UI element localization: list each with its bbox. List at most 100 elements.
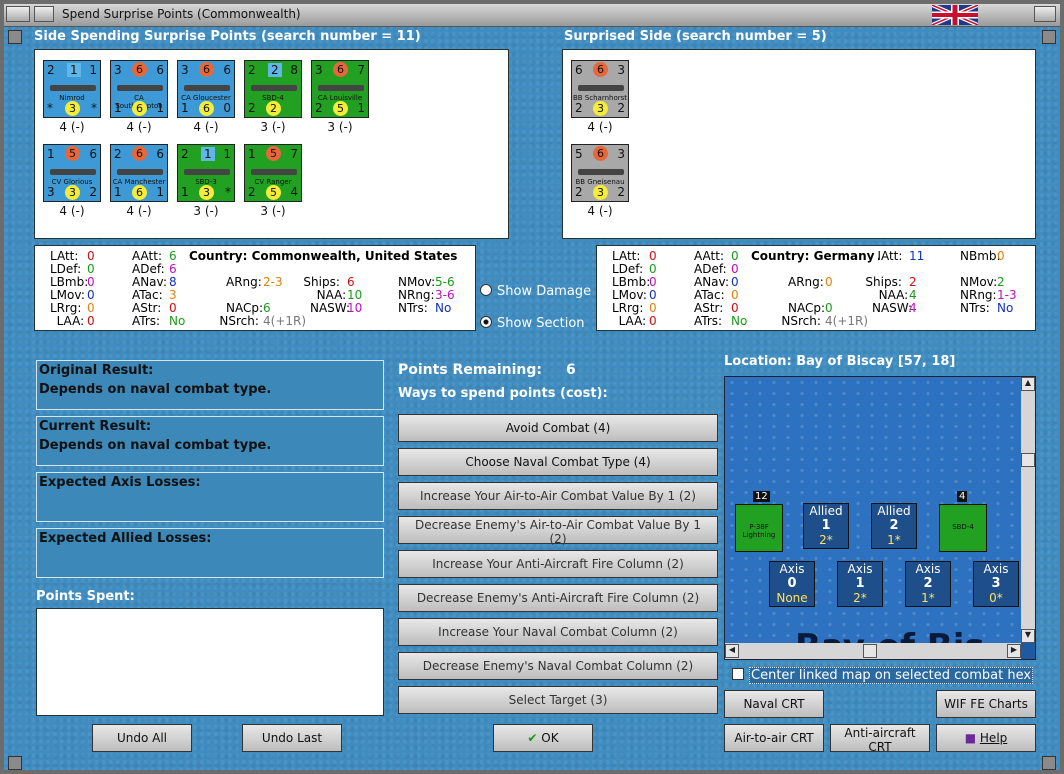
stat-label: LDef: (612, 262, 644, 276)
counter-bottom-left-value: 2 (315, 101, 323, 115)
linked-map-view[interactable]: Bay of Bis Allied12*Allied21*Axis0NoneAx… (724, 376, 1036, 660)
stat-value: 3 (169, 288, 177, 302)
spend-option-button[interactable]: Increase Your Anti-Aircraft Fire Column … (398, 550, 718, 578)
map-vertical-scrollbar[interactable]: ▲ ▼ (1021, 377, 1035, 643)
minimize-button[interactable] (34, 6, 54, 22)
stat-value: 2-3 (263, 275, 283, 289)
unit-counter[interactable]: 1 5 7 CV Ranger 2 5 4 (244, 144, 302, 202)
unit-counter[interactable]: 2 6 6 CA Manchester 1 6 1 (110, 144, 168, 202)
map-unit-counter[interactable]: P-38F Lightning (735, 504, 783, 552)
naval-crt-button[interactable]: Naval CRT (724, 690, 824, 718)
counter-bottom-left-value: 2 (575, 101, 583, 115)
unit-caption: 3 (-) (260, 204, 286, 218)
show-damage-radio[interactable]: Show Damage (480, 284, 591, 299)
combat-box-t: Allied (877, 504, 911, 518)
scroll-thumb[interactable] (1021, 453, 1035, 467)
counter-bottom-left-value: 2 (575, 185, 583, 199)
combat-box[interactable]: Axis 1 2* (837, 561, 883, 607)
counter-attack-circle: 6 (593, 62, 608, 77)
points-spent-label: Points Spent: (36, 589, 135, 604)
stat-label: LAtt: (50, 249, 79, 263)
allied-losses-box: Expected Allied Losses: (36, 528, 384, 578)
combat-box-s: None (776, 591, 808, 605)
counter-top-right-value: 3 (617, 63, 625, 77)
stat-value: 10 (347, 288, 363, 302)
spend-option-button[interactable]: Avoid Combat (4) (398, 414, 718, 442)
scroll-left-icon[interactable]: ◀ (725, 644, 739, 658)
scroll-right-icon[interactable]: ▶ (1007, 644, 1021, 658)
unit-counter[interactable]: 3 6 6 CA Gloucester 1 6 0 (177, 60, 235, 118)
counter-attack-circle: 6 (199, 62, 214, 77)
combat-box[interactable]: Allied 2 1* (871, 503, 917, 549)
spend-option-button[interactable]: Increase Your Naval Combat Column (2) (398, 618, 718, 646)
counter-bottom-right-value: 1 (156, 185, 164, 199)
counter-top-right-value: 8 (290, 63, 298, 77)
unit-counter[interactable]: 1 5 6 CV Glorious 3 3 2 (43, 144, 101, 202)
scroll-up-icon[interactable]: ▲ (1021, 377, 1035, 391)
points-spent-list[interactable] (36, 608, 384, 716)
combat-box-n: 2 (923, 576, 933, 591)
counter-bottom-left-value: * (47, 101, 53, 115)
combat-box[interactable]: Axis 2 1* (905, 561, 951, 607)
counter-top-left-value: 3 (181, 63, 189, 77)
combat-box[interactable]: Allied 1 2* (803, 503, 849, 549)
counter-defense-circle: 6 (199, 101, 214, 116)
location-label: Location: Bay of Biscay [57, 18] (724, 354, 956, 369)
map-sea: Bay of Bis Allied12*Allied21*Axis0NoneAx… (725, 377, 1021, 659)
counter-top-right-value: 3 (617, 147, 625, 161)
air-to-air-crt-button[interactable]: Air-to-air CRT (724, 724, 824, 752)
counter-top-right-value: 6 (223, 63, 231, 77)
stat-value: 4 (909, 288, 917, 302)
unit-caption: 3 (-) (260, 120, 286, 134)
anti-aircraft-crt-button[interactable]: Anti-aircraft CRT (830, 724, 930, 754)
original-result-label: Original Result: (39, 363, 154, 378)
combat-box-t: Axis (847, 562, 873, 576)
center-map-checkbox[interactable]: Center linked map on selected combat hex (732, 667, 1034, 684)
stat-label: ANav: (132, 275, 168, 289)
counter-bottom-right-value: 2 (617, 185, 625, 199)
ship-silhouette-icon (117, 169, 163, 175)
ok-button[interactable]: ✔ OK (493, 724, 593, 752)
unit-counter[interactable]: 2 1 1 SBD-3 1 3 * (177, 144, 235, 202)
scroll-h-thumb[interactable] (863, 644, 877, 658)
show-section-radio[interactable]: Show Section (480, 316, 585, 331)
spend-option-button[interactable]: Decrease Enemy's Air-to-Air Combat Value… (398, 516, 718, 546)
spend-option-button[interactable]: Select Target (3) (398, 686, 718, 714)
stat-label: NBmb: (960, 249, 1001, 263)
help-button[interactable]: ■ Help (936, 724, 1036, 752)
undo-last-button[interactable]: Undo Last (242, 724, 342, 752)
unit-counter[interactable]: 3 6 7 CA Louisville 2 5 1 (311, 60, 369, 118)
corner-ornament (8, 30, 22, 44)
counter-bottom-right-value: 1 (357, 101, 365, 115)
ship-silhouette-icon (184, 85, 230, 91)
combat-box[interactable]: Axis 3 0* (973, 561, 1019, 607)
unit-counter[interactable]: 6 6 3 BB Scharnhorst 2 3 2 (571, 60, 629, 118)
scroll-down-icon[interactable]: ▼ (1021, 629, 1035, 643)
checkbox-icon (732, 668, 744, 680)
spend-option-button[interactable]: Increase Your Air-to-Air Combat Value By… (398, 482, 718, 510)
spend-option-button[interactable]: Choose Naval Combat Type (4) (398, 448, 718, 476)
system-menu-button[interactable] (6, 6, 30, 22)
close-button[interactable] (1034, 6, 1056, 22)
wif-charts-button[interactable]: WIF FE Charts (936, 690, 1036, 718)
combat-box[interactable]: Axis 0 None (769, 561, 815, 607)
stat-value: 2 (909, 275, 917, 289)
unit-counter[interactable]: 2 1 1 Nimrod * 3 * (43, 60, 101, 118)
unit-counter[interactable]: 366CA Southampton161 (110, 60, 168, 118)
counter-defense-circle: 3 (593, 185, 608, 200)
map-horizontal-scrollbar[interactable]: ◀ ▶ (725, 643, 1021, 659)
spend-option-button[interactable]: Decrease Enemy's Naval Combat Column (2) (398, 652, 718, 680)
counter-defense-circle: 3 (199, 185, 214, 200)
counter-bottom-left-value: 2 (248, 101, 256, 115)
map-unit-counter[interactable]: SBD-4 (939, 504, 987, 552)
counter-bottom-right-value: * (91, 101, 97, 115)
ship-silhouette-icon (251, 169, 297, 175)
stat-label: LAA: (618, 314, 647, 328)
spending-side-title: Side Spending Surprise Points (search nu… (34, 29, 421, 44)
spend-option-button[interactable]: Decrease Enemy's Anti-Aircraft Fire Colu… (398, 584, 718, 612)
unit-counter[interactable]: 2 2 8 SBD-4 2 2 (244, 60, 302, 118)
undo-all-button[interactable]: Undo All (92, 724, 192, 752)
unit-counter[interactable]: 5 6 3 BB Gneisenau 2 3 2 (571, 144, 629, 202)
unit-caption: 4 (-) (59, 120, 85, 134)
stat-value: 0 (731, 275, 739, 289)
